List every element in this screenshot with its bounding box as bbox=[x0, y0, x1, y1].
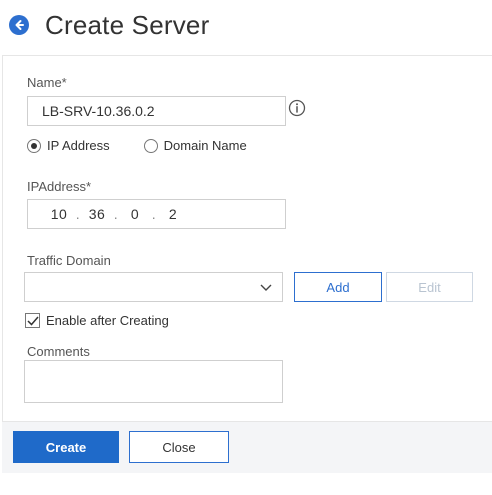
traffic-domain-select[interactable] bbox=[24, 272, 283, 302]
page-header: Create Server bbox=[9, 8, 209, 42]
traffic-domain-label: Traffic Domain bbox=[27, 253, 111, 268]
comments-label: Comments bbox=[27, 344, 90, 359]
name-value: LB-SRV-10.36.0.2 bbox=[42, 103, 155, 119]
radio-domain-name[interactable]: Domain Name bbox=[143, 138, 247, 153]
ip-octet-1[interactable]: 10 bbox=[48, 200, 70, 228]
ip-separator: . bbox=[75, 206, 81, 222]
ip-separator: . bbox=[113, 206, 119, 222]
ip-octet-3[interactable]: 0 bbox=[124, 200, 146, 228]
create-server-page: Create Server Name* LB-SRV-10.36.0.2 IP … bbox=[0, 0, 492, 495]
name-label: Name* bbox=[27, 75, 67, 90]
comments-textarea[interactable] bbox=[24, 360, 283, 403]
check-icon bbox=[26, 316, 39, 326]
address-type-radio-group: IP Address Domain Name bbox=[27, 138, 247, 153]
ip-address-label: IPAddress* bbox=[27, 179, 92, 194]
close-button[interactable]: Close bbox=[129, 431, 229, 463]
back-button[interactable] bbox=[9, 15, 29, 35]
info-icon[interactable] bbox=[288, 99, 306, 117]
add-button[interactable]: Add bbox=[294, 272, 382, 302]
radio-ip-address-button[interactable] bbox=[27, 138, 41, 153]
radio-ip-address-label: IP Address bbox=[47, 138, 110, 153]
name-field[interactable]: LB-SRV-10.36.0.2 bbox=[27, 96, 286, 126]
enable-checkbox-box[interactable] bbox=[25, 313, 40, 328]
enable-after-creating-checkbox[interactable]: Enable after Creating bbox=[25, 313, 169, 328]
form-footer: Create Close bbox=[2, 421, 492, 473]
radio-domain-name-button[interactable] bbox=[143, 138, 158, 153]
radio-ip-address[interactable]: IP Address bbox=[27, 138, 110, 153]
back-arrow-icon bbox=[15, 20, 24, 30]
create-button[interactable]: Create bbox=[13, 431, 119, 463]
ip-separator: . bbox=[151, 206, 157, 222]
ip-address-field[interactable]: 10 . 36 . 0 . 2 bbox=[27, 199, 286, 229]
enable-checkbox-label: Enable after Creating bbox=[46, 313, 169, 328]
page-title: Create Server bbox=[45, 9, 210, 40]
edit-button[interactable]: Edit bbox=[386, 272, 473, 302]
radio-domain-name-label: Domain Name bbox=[163, 138, 247, 153]
ip-octet-4[interactable]: 2 bbox=[162, 200, 184, 228]
ip-octet-2[interactable]: 36 bbox=[86, 200, 108, 228]
chevron-down-icon bbox=[260, 284, 272, 291]
